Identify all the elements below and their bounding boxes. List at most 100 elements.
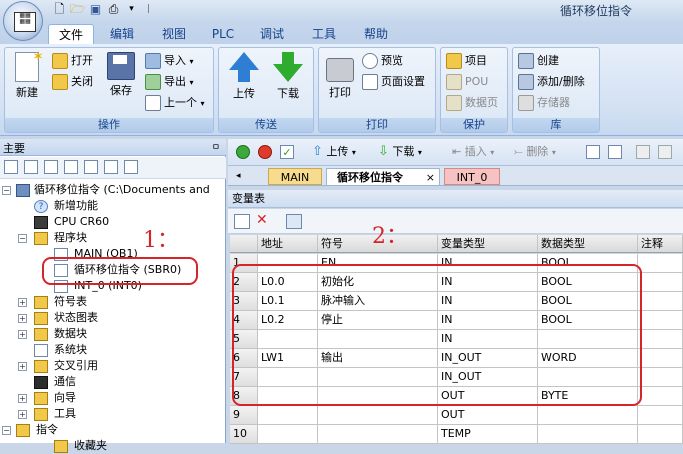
open-button[interactable]: 打开: [52, 52, 102, 70]
ribbon-tab-tools[interactable]: 工具: [302, 24, 346, 44]
pin-icon[interactable]: ㅁ: [212, 140, 220, 153]
close-button[interactable]: 关闭: [52, 73, 102, 91]
insert-row-icon[interactable]: [234, 214, 250, 229]
application-menu-button[interactable]: ▦▦ ▦▦: [3, 1, 43, 41]
ribbon-tab-debug[interactable]: 调试: [250, 24, 294, 44]
cell-comment[interactable]: [638, 406, 683, 424]
cell-address[interactable]: [258, 425, 318, 443]
cell-address[interactable]: [258, 406, 318, 424]
view-doc-icon[interactable]: [44, 160, 58, 174]
cell-data-type[interactable]: [538, 425, 638, 443]
view-table-icon[interactable]: [84, 160, 98, 174]
create-library-button[interactable]: 创建: [518, 52, 598, 70]
toolbar-download-button[interactable]: ⇩ 下载 ▾: [378, 143, 438, 161]
new-file-icon[interactable]: 🗋: [52, 2, 67, 17]
tree-item-project-root[interactable]: − 循环移位指令 (C:\Documents and: [2, 182, 224, 198]
tree-item-status-chart[interactable]: + 状态图表: [18, 310, 218, 326]
table-settings-icon[interactable]: [286, 214, 302, 229]
open-folder-icon[interactable]: 🗁: [70, 2, 85, 17]
tree-item-favorites[interactable]: 收藏夹: [40, 438, 220, 454]
page-setup-button[interactable]: 页面设置: [362, 73, 434, 91]
table-row[interactable]: 9 OUT: [230, 406, 683, 425]
view-tree-icon[interactable]: [4, 160, 18, 174]
cell-var-type[interactable]: TEMP: [438, 425, 538, 443]
header-var-type[interactable]: 变量类型: [438, 235, 538, 252]
collapse-icon[interactable]: −: [18, 234, 27, 243]
tree-item-cross-reference[interactable]: + 交叉引用: [18, 358, 218, 374]
cell-comment[interactable]: [638, 387, 683, 405]
tree-item-data-block[interactable]: + 数据块: [18, 326, 218, 342]
view-device-icon[interactable]: [104, 160, 118, 174]
cell-var-type[interactable]: OUT: [438, 406, 538, 424]
header-data-type[interactable]: 数据类型: [538, 235, 638, 252]
tree-item-system-block[interactable]: 系统块: [18, 342, 218, 358]
expand-icon[interactable]: +: [18, 410, 27, 419]
cell-symbol[interactable]: [318, 406, 438, 424]
cell-comment[interactable]: [638, 273, 683, 291]
toolbar-insert-button[interactable]: ⇤ 插入 ▾: [452, 143, 508, 161]
cell-comment[interactable]: [638, 330, 683, 348]
ribbon-tab-edit[interactable]: 编辑: [100, 24, 144, 44]
misc-tool-icon[interactable]: [658, 145, 672, 159]
stop-icon[interactable]: [258, 145, 272, 159]
header-comment[interactable]: 注释: [638, 235, 683, 252]
tree-item-symbol-table[interactable]: + 符号表: [18, 294, 218, 310]
cell-comment[interactable]: [638, 311, 683, 329]
print-button[interactable]: 打印: [322, 52, 358, 104]
quick-access-dropdown-icon[interactable]: ▾: [124, 2, 139, 17]
view-page-icon[interactable]: [64, 160, 78, 174]
download-button[interactable]: 下载: [268, 52, 308, 104]
upload-button[interactable]: 上传: [224, 52, 264, 104]
compile-check-icon[interactable]: ✓: [280, 145, 294, 159]
pou-protect-button[interactable]: POU: [446, 73, 506, 91]
cell-symbol[interactable]: [318, 425, 438, 443]
print-icon[interactable]: ⎙: [106, 2, 121, 17]
tab-main[interactable]: MAIN: [268, 168, 322, 185]
ribbon-tab-help[interactable]: 帮助: [354, 24, 398, 44]
tree-item-cpu[interactable]: CPU CR60: [18, 214, 218, 230]
expand-icon[interactable]: +: [18, 314, 27, 323]
collapse-icon[interactable]: −: [2, 426, 11, 435]
toolbar-upload-button[interactable]: ⇧ 上传 ▾: [312, 143, 372, 161]
ribbon-tab-file[interactable]: 文件: [48, 24, 94, 44]
collapse-icon[interactable]: −: [2, 186, 11, 195]
view-monitor-icon[interactable]: [124, 160, 138, 174]
cell-comment[interactable]: [638, 368, 683, 386]
expand-icon[interactable]: +: [18, 394, 27, 403]
cell-comment[interactable]: [638, 425, 683, 443]
header-address[interactable]: 地址: [258, 235, 318, 252]
tree-item-new-features[interactable]: ? 新增功能: [18, 198, 218, 214]
cell-comment[interactable]: [638, 292, 683, 310]
previous-button[interactable]: 上一个 ▾: [145, 94, 211, 112]
expand-icon[interactable]: +: [18, 298, 27, 307]
ribbon-tab-plc[interactable]: PLC: [203, 24, 243, 44]
memory-library-button[interactable]: 存储器: [518, 94, 598, 112]
cell-comment[interactable]: [638, 349, 683, 367]
cell-data-type[interactable]: [538, 406, 638, 424]
run-icon[interactable]: [236, 145, 250, 159]
network-icon[interactable]: [586, 145, 600, 159]
data-page-protect-button[interactable]: 数据页: [446, 94, 506, 112]
tree-item-wizard[interactable]: + 向导: [18, 390, 218, 406]
import-button[interactable]: 导入 ▾: [145, 52, 211, 70]
view-toggle-icon[interactable]: [608, 145, 622, 159]
toolbar-delete-button[interactable]: ⤚ 删除 ▾: [514, 143, 576, 161]
export-button[interactable]: 导出 ▾: [145, 73, 211, 91]
compare-icon[interactable]: [636, 145, 650, 159]
expand-icon[interactable]: +: [18, 362, 27, 371]
new-button[interactable]: ✶ 新建: [10, 49, 44, 104]
delete-row-icon[interactable]: ✕: [256, 212, 272, 228]
tree-item-communication[interactable]: 通信: [18, 374, 218, 390]
save-button[interactable]: 保存: [104, 52, 138, 104]
tab-close-icon[interactable]: ×: [426, 169, 435, 186]
expand-icon[interactable]: +: [18, 330, 27, 339]
save-icon[interactable]: ▣: [88, 2, 103, 17]
tab-int0[interactable]: INT_0: [444, 168, 500, 185]
add-remove-library-button[interactable]: 添加/删除: [518, 73, 598, 91]
preview-button[interactable]: 预览: [362, 52, 434, 70]
ribbon-tab-view[interactable]: 视图: [152, 24, 196, 44]
tab-scroll-left-icon[interactable]: ◂: [236, 170, 248, 182]
project-protect-button[interactable]: 项目: [446, 52, 506, 70]
tree-item-program-block[interactable]: − 程序块: [18, 230, 218, 246]
view-list-icon[interactable]: [24, 160, 38, 174]
